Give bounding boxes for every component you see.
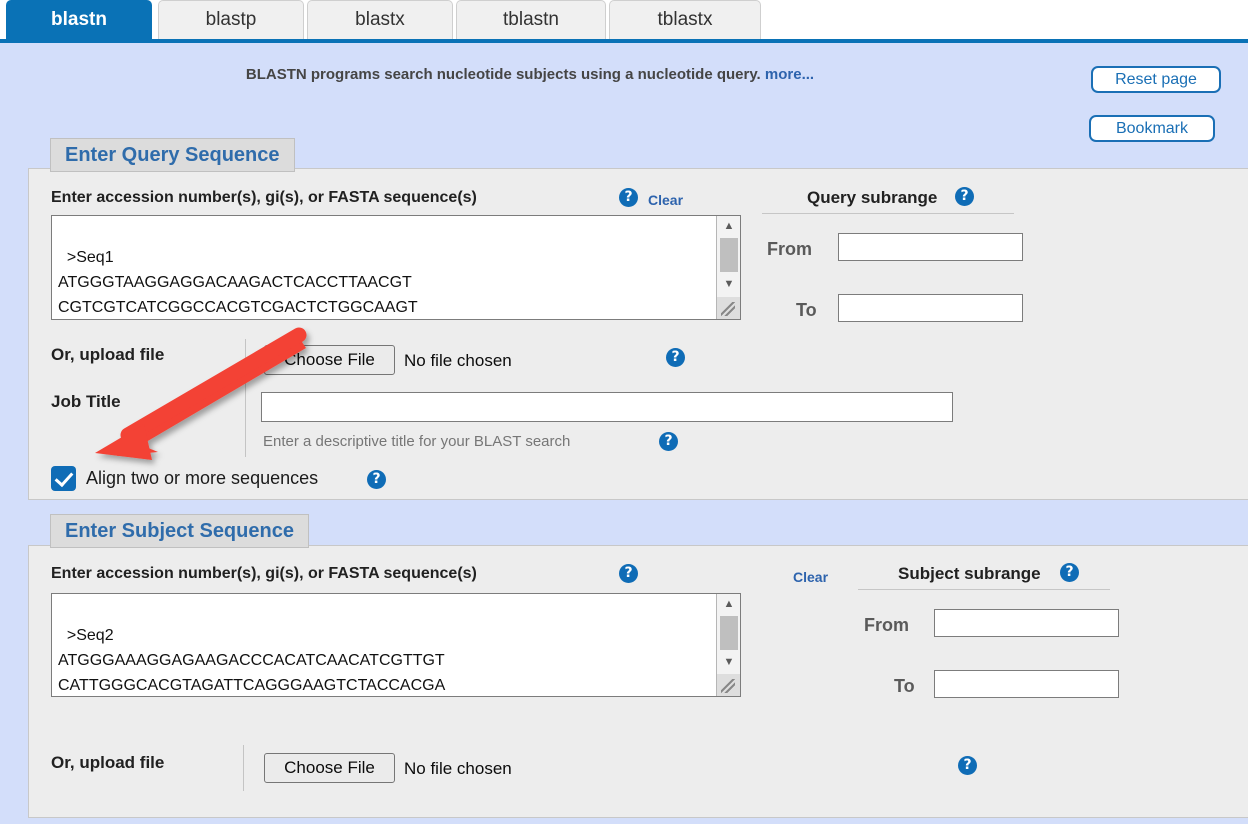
textarea-resize-grip[interactable] <box>717 674 740 696</box>
tab-blastx[interactable]: blastx <box>307 0 453 39</box>
query-accession-label: Enter accession number(s), gi(s), or FAS… <box>51 189 477 206</box>
tab-blastp[interactable]: blastp <box>158 0 304 39</box>
query-sequence-textarea[interactable]: >Seq1 ATGGGTAAGGAGGACAAGACTCACCTTAACGT C… <box>51 215 741 320</box>
program-tab-bar: blastn blastp blastx tblastn tblastx <box>0 0 1248 39</box>
query-textarea-scrollbar[interactable]: ▲ ▼ <box>716 216 740 319</box>
subject-sequence-value: >Seq2 ATGGGAAAGGAGAAGACCCACATCAACATCGTTG… <box>58 627 446 694</box>
query-upload-help-icon[interactable]: ? <box>666 348 685 367</box>
query-sequence-value: >Seq1 ATGGGTAAGGAGGACAAGACTCACCTTAACGT C… <box>58 249 418 316</box>
scrollbar-thumb[interactable] <box>720 616 738 650</box>
query-to-label: To <box>796 300 817 320</box>
scroll-down-icon[interactable]: ▼ <box>717 274 740 294</box>
query-accession-help-icon[interactable]: ? <box>619 188 638 207</box>
program-description-text: BLASTN programs search nucleotide subjec… <box>245 66 761 83</box>
query-from-label: From <box>767 239 812 259</box>
subject-upload-label: Or, upload file <box>51 753 165 772</box>
subject-upload-help-icon[interactable]: ? <box>958 756 977 775</box>
subject-subrange-divider <box>858 589 1110 590</box>
query-subrange-from-input[interactable] <box>838 233 1023 261</box>
scroll-up-icon[interactable]: ▲ <box>717 216 740 236</box>
align-two-or-more-sequences-label: Align two or more sequences <box>86 468 319 488</box>
subject-clear-link[interactable]: Clear <box>793 569 828 585</box>
more-link[interactable]: more... <box>765 66 814 83</box>
subject-subrange-title: Subject subrange <box>898 564 1041 583</box>
job-title-label: Job Title <box>51 392 121 411</box>
subject-to-label: To <box>894 676 915 696</box>
query-subrange-help-icon[interactable]: ? <box>955 187 974 206</box>
subject-section-legend: Enter Subject Sequence <box>50 514 309 548</box>
tab-tblastn-label: tblastn <box>503 9 559 30</box>
scroll-down-icon[interactable]: ▼ <box>717 652 740 672</box>
align-two-or-more-sequences-checkbox[interactable] <box>51 466 76 491</box>
tab-blastn-label: blastn <box>51 9 107 30</box>
scrollbar-thumb[interactable] <box>720 238 738 272</box>
job-title-hint: Enter a descriptive title for your BLAST… <box>263 433 571 450</box>
query-subrange-title: Query subrange <box>807 188 938 207</box>
subject-form-divider <box>243 745 244 791</box>
reset-page-button[interactable]: Reset page <box>1091 66 1221 93</box>
bookmark-button[interactable]: Bookmark <box>1089 115 1215 142</box>
query-subrange-to-input[interactable] <box>838 294 1023 322</box>
scroll-up-icon[interactable]: ▲ <box>717 594 740 614</box>
textarea-resize-grip[interactable] <box>717 297 740 319</box>
query-subrange-divider <box>762 213 1014 214</box>
query-section-legend: Enter Query Sequence <box>50 138 295 172</box>
tab-blastx-label: blastx <box>355 9 405 30</box>
query-upload-label: Or, upload file <box>51 345 165 364</box>
subject-sequence-textarea[interactable]: >Seq2 ATGGGAAAGGAGAAGACCCACATCAACATCGTTG… <box>51 593 741 697</box>
subject-file-name: No file chosen <box>404 759 512 778</box>
program-description: BLASTN programs search nucleotide subjec… <box>0 66 1060 83</box>
query-choose-file-button[interactable]: Choose File <box>264 345 395 375</box>
subject-choose-file-button[interactable]: Choose File <box>264 753 395 783</box>
job-title-input[interactable] <box>261 392 953 422</box>
job-title-help-icon[interactable]: ? <box>659 432 678 451</box>
tab-blastn[interactable]: blastn <box>6 0 152 39</box>
query-form-divider <box>245 339 246 457</box>
align-sequences-help-icon[interactable]: ? <box>367 470 386 489</box>
subject-accession-label: Enter accession number(s), gi(s), or FAS… <box>51 565 477 582</box>
tab-blastp-label: blastp <box>205 9 257 30</box>
tab-tblastx[interactable]: tblastx <box>609 0 761 39</box>
query-clear-link[interactable]: Clear <box>648 192 683 208</box>
subject-from-label: From <box>864 615 909 635</box>
subject-subrange-help-icon[interactable]: ? <box>1060 563 1079 582</box>
subject-subrange-from-input[interactable] <box>934 609 1119 637</box>
tab-tblastx-label: tblastx <box>657 9 713 30</box>
subject-accession-help-icon[interactable]: ? <box>619 564 638 583</box>
subject-textarea-scrollbar[interactable]: ▲ ▼ <box>716 594 740 696</box>
subject-subrange-to-input[interactable] <box>934 670 1119 698</box>
query-file-name: No file chosen <box>404 351 512 370</box>
tab-tblastn[interactable]: tblastn <box>456 0 606 39</box>
